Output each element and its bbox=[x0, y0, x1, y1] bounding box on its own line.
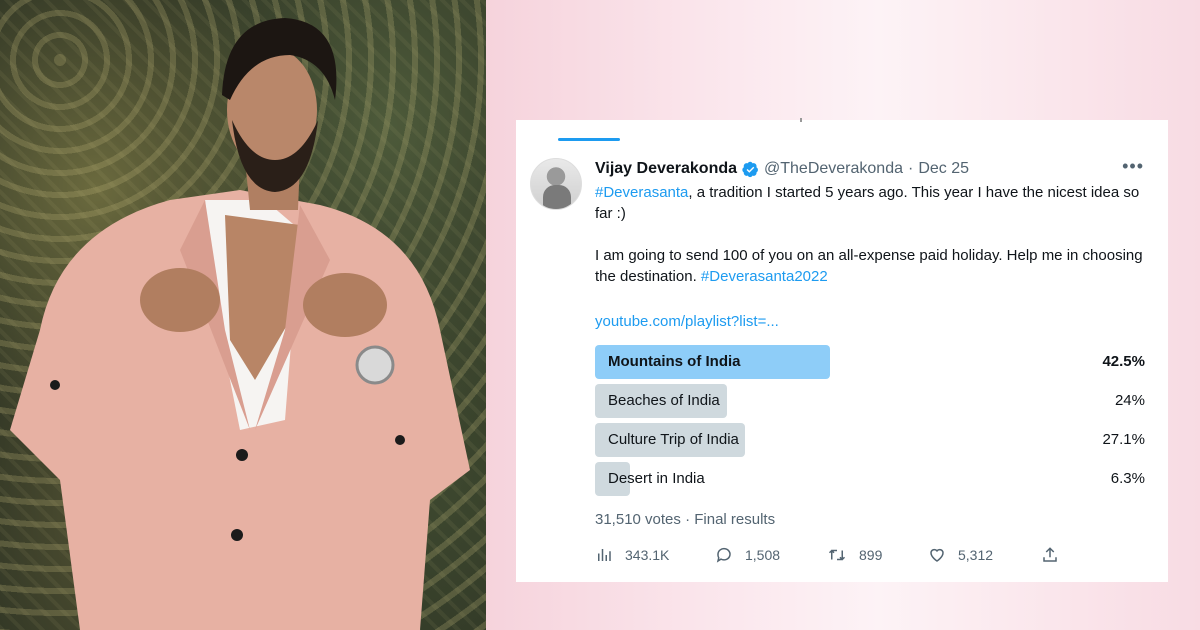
reply-button[interactable]: 1,508 bbox=[715, 546, 780, 564]
more-icon[interactable]: ••• bbox=[1122, 156, 1144, 177]
hero-photo bbox=[0, 0, 486, 630]
reply-count: 1,508 bbox=[745, 547, 781, 563]
share-button[interactable] bbox=[1041, 546, 1071, 564]
poll-option-label: Desert in India bbox=[608, 470, 705, 487]
tweet-actions: 343.1K 1,508 899 5,312 bbox=[595, 546, 1065, 570]
header-separator: · bbox=[908, 160, 914, 177]
poll-option-percent: 24% bbox=[1114, 392, 1145, 409]
hashtag-deverasanta2022[interactable]: #Deverasanta2022 bbox=[701, 268, 828, 285]
tweet-text-paragraph-2: I am going to send 100 of you on an all-… bbox=[595, 245, 1150, 287]
poll-option-label: Beaches of India bbox=[608, 392, 720, 409]
hashtag-deverasanta[interactable]: #Deverasanta bbox=[595, 184, 688, 201]
tweet-header: Vijay Deverakonda @TheDeverakonda · Dec … bbox=[595, 158, 1155, 180]
poll-summary: 31,510 votes · Final results bbox=[595, 511, 776, 528]
tweet-link-row: youtube.com/playlist?list=... bbox=[595, 311, 1150, 332]
poll-option: Culture Trip of India 27.1% bbox=[595, 423, 1147, 457]
avatar[interactable] bbox=[530, 158, 582, 210]
tweet-text-paragraph-1: #Deverasanta, a tradition I started 5 ye… bbox=[595, 182, 1150, 224]
tweet-text-line2: I am going to send 100 of you on an all-… bbox=[595, 247, 1143, 285]
retweet-count: 899 bbox=[859, 547, 883, 563]
author-handle[interactable]: @TheDeverakonda bbox=[764, 160, 903, 178]
poll-option-percent: 6.3% bbox=[1110, 470, 1145, 487]
poll-option: Mountains of India 42.5% bbox=[595, 345, 1147, 379]
views-count: 343.1K bbox=[625, 547, 670, 563]
poll-option-label: Mountains of India bbox=[608, 353, 741, 370]
poll-option-percent: 27.1% bbox=[1102, 431, 1145, 448]
retweet-button[interactable]: 899 bbox=[827, 546, 882, 564]
views-button[interactable]: 343.1K bbox=[595, 546, 669, 564]
tweet-card: Vijay Deverakonda @TheDeverakonda · Dec … bbox=[516, 118, 1168, 582]
reply-icon bbox=[716, 547, 731, 563]
verified-badge-icon bbox=[742, 161, 758, 177]
share-icon bbox=[1043, 547, 1057, 562]
tweet-link[interactable]: youtube.com/playlist?list=... bbox=[595, 313, 779, 330]
poll-option: Beaches of India 24% bbox=[595, 384, 1147, 418]
retweet-icon bbox=[828, 549, 846, 561]
author-name[interactable]: Vijay Deverakonda bbox=[595, 160, 737, 178]
divider-dot bbox=[800, 118, 802, 122]
views-icon bbox=[598, 549, 611, 561]
like-count: 5,312 bbox=[958, 547, 994, 563]
tab-indicator bbox=[558, 138, 620, 141]
tweet-date[interactable]: Dec 25 bbox=[918, 160, 969, 178]
poll-option-label: Culture Trip of India bbox=[608, 431, 739, 448]
like-icon bbox=[930, 548, 944, 562]
person-photo-illustration bbox=[10, 18, 470, 630]
poll-option: Desert in India 6.3% bbox=[595, 462, 1147, 496]
avatar-figure bbox=[543, 185, 571, 209]
like-button[interactable]: 5,312 bbox=[928, 546, 993, 564]
poll-option-percent: 42.5% bbox=[1102, 353, 1145, 370]
